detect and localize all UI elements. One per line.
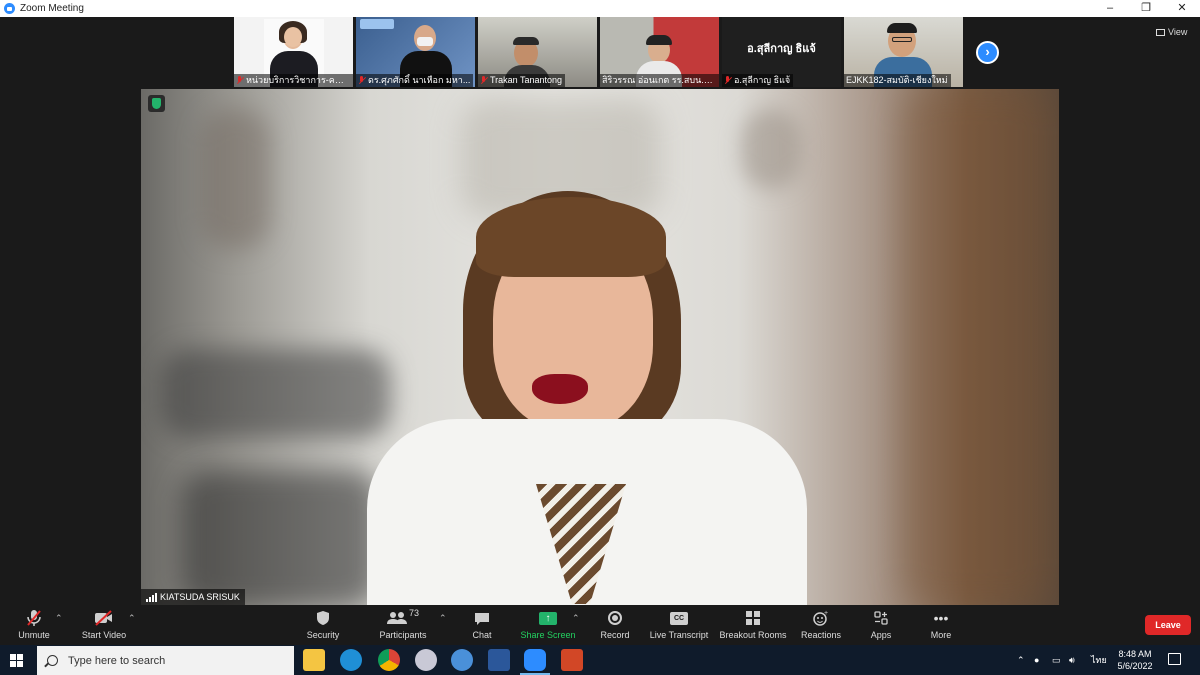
participant-name-label: อ.สุลีกาญ ธิแจ้	[722, 74, 794, 87]
breakout-rooms-icon	[746, 611, 760, 625]
svg-text:+: +	[824, 610, 828, 617]
apps-icon	[873, 608, 889, 628]
meeting-area: หน่วยบริการวิชาการ-คณ... ดร.ศุภศักดิ์ นา…	[0, 17, 1200, 605]
active-speaker-video: KIATSUDA SRISUK	[141, 89, 1059, 605]
participants-icon: 73	[386, 608, 419, 628]
participant-thumbnail[interactable]: อ.สุลีกาญ ธิแจ้ อ.สุลีกาญ ธิแจ้	[722, 17, 841, 87]
participants-button[interactable]: 73 Participants	[378, 608, 428, 644]
muted-mic-icon	[480, 76, 487, 85]
video-off-icon	[94, 608, 114, 628]
window-title: Zoom Meeting	[20, 3, 84, 14]
participant-thumbnail[interactable]: หน่วยบริการวิชาการ-คณ...	[234, 17, 353, 87]
tray-overflow-icon[interactable]: ⌃	[1017, 645, 1025, 675]
muted-mic-icon	[236, 76, 243, 85]
muted-mic-icon	[724, 76, 731, 85]
input-language[interactable]: ไทย	[1091, 645, 1107, 675]
audio-options-caret[interactable]: ⌃	[55, 613, 63, 624]
share-screen-icon: ↑	[539, 611, 557, 625]
search-placeholder: Type here to search	[68, 654, 166, 667]
meeting-toolbar: Unmute ⌃ Start Video ⌃ Security 73 Parti…	[0, 605, 1200, 645]
taskbar-clock[interactable]: 8:48 AM 5/6/2022	[1112, 648, 1158, 672]
close-button[interactable]: ✕	[1164, 0, 1200, 17]
tray-app-icon[interactable]: ●	[1034, 645, 1039, 675]
windows-taskbar: Type here to search ⌃ ● ▭ 🔊︎ ไทย 8:48 AM…	[0, 645, 1200, 675]
window-controls: – ❐ ✕	[1092, 0, 1200, 17]
live-transcript-button[interactable]: CC Live Transcript	[650, 608, 708, 644]
record-icon	[608, 611, 622, 625]
participant-thumbnail[interactable]: ดร.ศุภศักดิ์ นาเหือก มหา...	[356, 17, 475, 87]
participant-name-label: สิริวรรณ อ่อนเกต รร.สบน.ชม.	[600, 74, 719, 87]
video-options-caret[interactable]: ⌃	[128, 613, 136, 624]
leave-button[interactable]: Leave	[1145, 615, 1191, 635]
participant-name-label: Trakan Tanantong	[478, 74, 566, 87]
muted-mic-icon	[358, 76, 365, 85]
share-options-caret[interactable]: ⌃	[572, 613, 580, 624]
chrome-browser-icon[interactable]	[378, 649, 400, 671]
minimize-button[interactable]: –	[1092, 0, 1128, 17]
apps-button[interactable]: Apps	[869, 608, 893, 644]
participant-name-label: ดร.ศุภศักดิ์ นาเหือก มหา...	[356, 74, 474, 87]
breakout-rooms-button[interactable]: Breakout Rooms	[719, 608, 787, 644]
windows-start-icon[interactable]	[10, 654, 23, 667]
unmute-button[interactable]: Unmute	[16, 608, 52, 644]
connection-bars-icon	[146, 592, 157, 602]
chat-bubble-icon	[474, 608, 490, 628]
taskbar-search-box[interactable]: Type here to search	[37, 646, 294, 675]
security-shield-icon	[316, 608, 330, 628]
view-label: View	[1168, 27, 1188, 37]
clock-date: 5/6/2022	[1117, 661, 1153, 671]
notification-center-icon[interactable]	[1168, 653, 1181, 665]
record-button[interactable]: Record	[599, 608, 631, 644]
more-button[interactable]: ••• More	[928, 608, 954, 644]
search-icon	[47, 655, 58, 666]
participants-options-caret[interactable]: ⌃	[439, 613, 447, 624]
participants-count: 73	[408, 608, 419, 618]
start-video-button[interactable]: Start Video	[80, 608, 128, 644]
participant-thumbnail[interactable]: Trakan Tanantong	[478, 17, 597, 87]
volume-icon[interactable]: 🔊︎	[1069, 645, 1075, 675]
clock-time: 8:48 AM	[1118, 649, 1152, 659]
chat-button[interactable]: Chat	[470, 608, 494, 644]
paint-app-icon[interactable]	[415, 649, 437, 671]
security-button[interactable]: Security	[305, 608, 341, 644]
network-icon[interactable]: ▭	[1052, 645, 1061, 675]
word-app-icon[interactable]	[488, 649, 510, 671]
encryption-shield-icon[interactable]	[148, 95, 165, 112]
closed-caption-icon: CC	[670, 611, 688, 625]
participant-thumbnail[interactable]: สิริวรรณ อ่อนเกต รร.สบน.ชม.	[600, 17, 719, 87]
speaker-name-label: KIATSUDA SRISUK	[141, 589, 245, 605]
participant-thumbnail-strip: หน่วยบริการวิชาการ-คณ... ดร.ศุภศักดิ์ นา…	[234, 17, 963, 89]
powerpoint-app-icon[interactable]	[561, 649, 583, 671]
participant-center-name: อ.สุลีกาญ ธิแจ้	[747, 43, 816, 55]
view-button[interactable]: View	[1156, 27, 1187, 37]
participant-thumbnail[interactable]: EJKK182-สมบัติ-เชียงใหม่	[844, 17, 963, 87]
reactions-smiley-icon: +	[813, 608, 829, 628]
grid-view-icon	[1156, 28, 1165, 36]
globe-app-icon[interactable]	[451, 649, 473, 671]
muted-microphone-icon	[26, 608, 42, 628]
zoom-app-icon	[4, 3, 15, 14]
reactions-button[interactable]: + Reactions	[800, 608, 842, 644]
chevron-right-icon: ›	[985, 44, 990, 59]
participant-name-label: หน่วยบริการวิชาการ-คณ...	[234, 74, 353, 87]
window-titlebar: Zoom Meeting – ❐ ✕	[0, 0, 1200, 17]
zoom-taskbar-icon[interactable]	[520, 649, 550, 675]
edge-browser-icon[interactable]	[340, 649, 362, 671]
next-page-button[interactable]: ›	[976, 41, 999, 64]
more-dots-icon: •••	[933, 610, 949, 626]
participant-name-label: EJKK182-สมบัติ-เชียงใหม่	[844, 74, 951, 87]
restore-button[interactable]: ❐	[1128, 0, 1164, 17]
share-screen-button[interactable]: ↑ Share Screen	[520, 608, 576, 644]
file-explorer-icon[interactable]	[303, 649, 325, 671]
